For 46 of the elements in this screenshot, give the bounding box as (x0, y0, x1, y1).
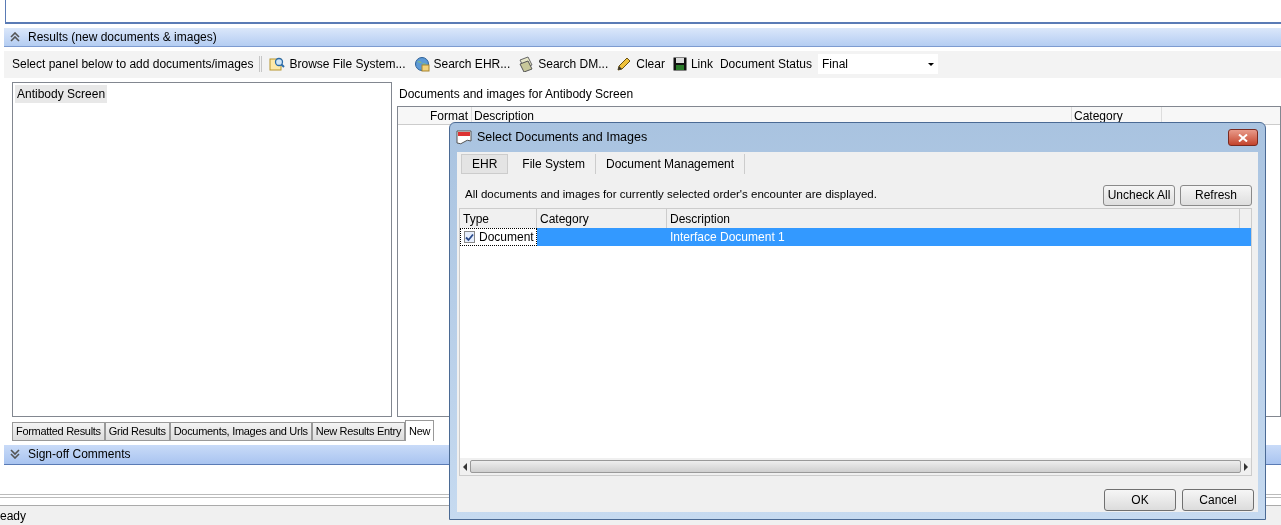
tab[interactable]: EHR (461, 154, 509, 174)
status-label: Document Status (719, 56, 812, 74)
panel-caption: Documents and images for Antibody Screen (398, 85, 635, 103)
toolbar-button[interactable]: Clear (615, 55, 666, 74)
toolbar-button[interactable]: Search DM... (517, 55, 610, 74)
scroll-right-icon[interactable] (1244, 462, 1248, 471)
document-icon (456, 129, 472, 146)
scroll-thumb[interactable] (470, 460, 1241, 473)
collapse-icon[interactable] (10, 32, 20, 43)
section-title: Sign-off Comments (28, 446, 131, 464)
globe-icon (413, 56, 430, 73)
close-button[interactable] (1228, 129, 1258, 146)
magnifier-picture-icon (269, 56, 286, 73)
status-dropdown[interactable]: Final (818, 54, 938, 75)
checkbox[interactable] (464, 231, 475, 243)
order-item[interactable]: Antibody Screen (15, 84, 108, 103)
dialog-button[interactable]: OK (1104, 489, 1176, 511)
tab[interactable]: Formatted Results (12, 421, 105, 441)
tab[interactable]: Documents, Images and Urls (169, 421, 312, 441)
toolbar-button[interactable]: Search EHR... (412, 55, 512, 74)
dialog-button[interactable]: Cancel (1182, 489, 1254, 511)
toolbar-button[interactable]: Browse File System... (268, 55, 407, 74)
checkmark-icon (465, 232, 474, 242)
info-text: All documents and images for currently selected order's encounter are displayed. (465, 187, 877, 203)
grid-row[interactable]: Document Interface Document 1 (460, 228, 1251, 246)
close-icon (1238, 133, 1248, 142)
horizontal-scrollbar[interactable] (460, 458, 1251, 475)
toolbar-hint: Select panel below to add documents/images (12, 56, 254, 74)
table-cell: Document (460, 228, 537, 246)
toolbar-button[interactable]: Link (671, 55, 714, 74)
dialog-title: Select Documents and Images (477, 129, 649, 147)
section-title: Results (new documents & images) (28, 29, 217, 47)
pencil-icon (616, 56, 633, 73)
section-header[interactable]: Results (new documents & images) (4, 28, 1281, 48)
tab[interactable]: File System (512, 154, 597, 174)
dropdown-arrow-icon (928, 62, 934, 66)
documents-icon (518, 56, 535, 73)
tab[interactable]: Document Management (596, 154, 746, 174)
tab[interactable]: New (405, 419, 435, 441)
tab[interactable]: Grid Results (104, 421, 170, 441)
action-button[interactable]: Uncheck All (1103, 184, 1175, 206)
tab[interactable]: New Results Entry (311, 421, 406, 441)
status-text: eady (0, 507, 27, 525)
expand-icon[interactable] (10, 449, 20, 460)
table-cell-text: Interface Document 1 (669, 229, 786, 246)
action-button[interactable]: Refresh (1180, 184, 1252, 206)
